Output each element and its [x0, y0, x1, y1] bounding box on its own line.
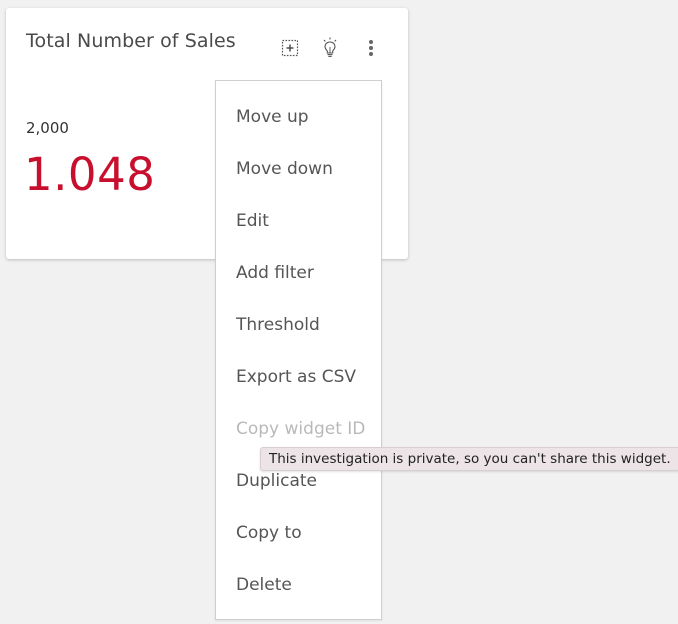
menu-item-threshold[interactable]: Threshold: [236, 315, 320, 335]
menu-item-export-csv[interactable]: Export as CSV: [236, 367, 356, 387]
more-options-button[interactable]: [359, 36, 383, 60]
menu-item-add-filter[interactable]: Add filter: [236, 263, 314, 283]
insights-button[interactable]: [318, 36, 342, 60]
threshold-value: 2,000: [26, 119, 69, 137]
menu-item-move-up[interactable]: Move up: [236, 107, 309, 127]
menu-item-duplicate[interactable]: Duplicate: [236, 471, 317, 491]
menu-item-move-down[interactable]: Move down: [236, 159, 333, 179]
widget-title: Total Number of Sales: [26, 30, 236, 52]
lightbulb-icon: [323, 37, 337, 57]
menu-item-delete[interactable]: Delete: [236, 575, 292, 595]
menu-item-copy-widget-id: Copy widget ID: [236, 419, 366, 439]
metric-value: 1.048: [24, 148, 156, 201]
menu-item-copy-to[interactable]: Copy to: [236, 523, 302, 543]
widget-options-menu: Move up Move down Edit Add filter Thresh…: [215, 80, 382, 620]
more-vertical-icon: [369, 40, 373, 56]
expand-icon: [281, 39, 299, 57]
expand-button[interactable]: [278, 36, 302, 60]
menu-item-edit[interactable]: Edit: [236, 211, 269, 231]
private-investigation-tooltip: This investigation is private, so you ca…: [260, 447, 678, 471]
